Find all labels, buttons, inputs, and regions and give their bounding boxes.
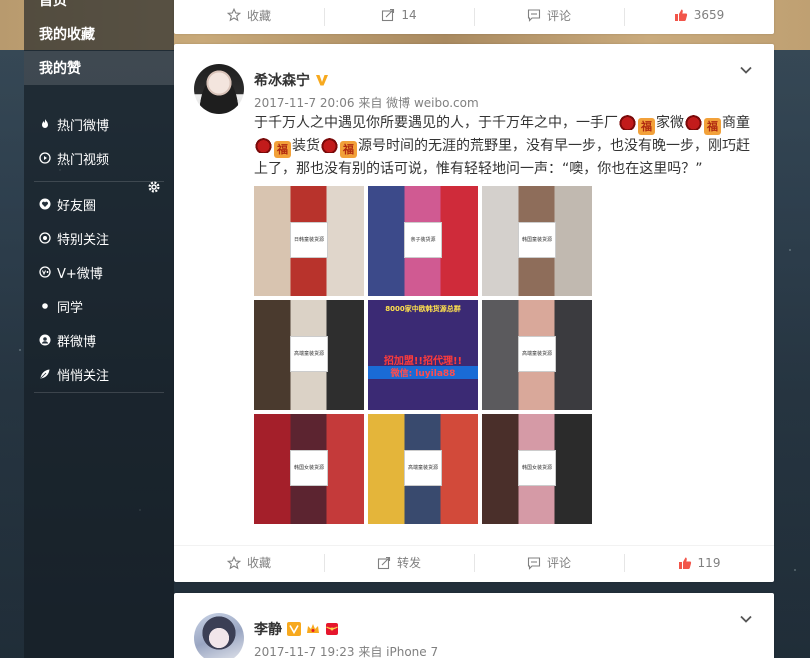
image-caption: 高端童装货源 <box>290 336 328 372</box>
post-image[interactable]: 8000家中欧韩货源总群 招加盟!!招代理!! 微信: luyila88 <box>368 300 478 410</box>
post-text: 于千万人之中遇见你所要遇见的人，于千万年之中，一手厂福家微福商童 福装货福源号时… <box>254 113 750 177</box>
avatar[interactable] <box>194 613 244 658</box>
leaf-icon <box>39 368 51 380</box>
image-caption: 韩国童装货源 <box>518 222 556 258</box>
sidebar-item-classmates[interactable]: 同学 <box>24 289 174 323</box>
fu-emoji-icon: 福 <box>638 118 655 135</box>
post-card: 希冰森宁 2017-11-7 20:06 来自 微博 weibo.com 于千万… <box>174 44 774 582</box>
repost-button[interactable]: 14 <box>324 0 474 30</box>
post-source: 来自 iPhone 7 <box>358 645 439 658</box>
favorite-button[interactable]: 收藏 <box>174 0 324 30</box>
crown-badge-icon <box>306 624 319 633</box>
sidebar-item-home[interactable]: 首页 <box>24 0 174 17</box>
post-image[interactable]: 高端童装货源 <box>368 414 478 524</box>
post-image[interactable]: 韩国童装货源 <box>482 186 592 296</box>
post-time[interactable]: 2017-11-7 19:23 <box>254 645 355 658</box>
image-caption: 亲子装货源 <box>404 222 442 258</box>
repost-icon <box>377 556 391 569</box>
repost-icon <box>382 8 395 22</box>
eye-icon <box>39 232 51 244</box>
sidebar-item-hot-weibo[interactable]: 热门微博 <box>24 107 174 141</box>
user-circle-icon <box>39 334 51 346</box>
ad-wechat-text: 微信: luyila88 <box>368 366 478 379</box>
comment-icon <box>527 556 541 570</box>
post-card: 李静 2017-11-7 19:23 来自 iPhone 7 <box>174 593 774 658</box>
fu-emoji-icon: 福 <box>340 141 357 158</box>
red-packet-badge-icon <box>325 623 338 635</box>
ad-recruit-text: 招加盟!!招代理!! <box>383 356 463 367</box>
image-caption: 韩国女装货源 <box>290 450 328 486</box>
post-time[interactable]: 2017-11-7 20:06 <box>254 96 355 110</box>
image-caption: 韩国女装货源 <box>518 450 556 486</box>
like-button[interactable]: 3659 <box>624 0 774 30</box>
image-caption: 高端童装货源 <box>518 336 556 372</box>
left-sidebar: 首页 我的收藏 我的赞 热门微博 热门视频 好友圈 特别关注 V+微博 同学 群… <box>24 0 174 658</box>
sidebar-item-hot-video[interactable]: 热门视频 <box>24 141 174 175</box>
post-image[interactable]: 高端童装货源 <box>254 300 364 410</box>
post-author-name[interactable]: 希冰森宁 <box>254 70 329 90</box>
sidebar-item-group-weibo[interactable]: 群微博 <box>24 323 174 357</box>
video-icon <box>39 152 51 164</box>
thumbs-up-icon <box>674 9 687 21</box>
thumbs-up-icon <box>678 557 691 569</box>
lips-emoji-icon <box>685 113 702 130</box>
sidebar-item-my-likes[interactable]: 我的赞 <box>24 51 174 85</box>
post-image[interactable]: 日韩童装货源 <box>254 186 364 296</box>
dot-icon <box>39 300 51 312</box>
post-meta: 2017-11-7 19:23 来自 iPhone 7 <box>254 643 438 658</box>
sidebar-item-favorites[interactable]: 我的收藏 <box>24 17 174 51</box>
sidebar-item-label: 好友圈 <box>57 198 97 214</box>
fu-emoji-icon: 福 <box>274 141 291 158</box>
verified-badge-icon <box>286 622 301 636</box>
comment-button[interactable]: 评论 <box>474 0 624 30</box>
image-caption: 高端童装货源 <box>404 450 442 486</box>
sidebar-item-label: 我的收藏 <box>39 27 95 43</box>
vplus-icon <box>39 266 51 278</box>
sidebar-item-label: 热门视频 <box>57 152 110 168</box>
ad-title: 8000家中欧韩货源总群 <box>385 305 461 313</box>
avatar[interactable] <box>194 64 244 114</box>
lips-emoji-icon <box>619 113 636 130</box>
post-image[interactable]: 高端童装货源 <box>482 300 592 410</box>
like-button[interactable]: 119 <box>624 546 774 579</box>
sidebar-divider <box>34 392 164 393</box>
sidebar-item-label: 群微博 <box>57 334 97 350</box>
chevron-down-icon[interactable] <box>738 611 754 627</box>
image-grid: 日韩童装货源 亲子装货源 韩国童装货源 高端童装货源 8000家中欧韩货源总群 … <box>254 186 594 524</box>
star-icon <box>226 8 241 22</box>
fu-emoji-icon: 福 <box>704 118 721 135</box>
sidebar-item-vplus[interactable]: V+微博 <box>24 255 174 289</box>
sidebar-item-special-follow[interactable]: 特别关注 <box>24 221 174 255</box>
previous-post-card: 收藏 14 评论 3659 <box>174 0 774 34</box>
favorite-button[interactable]: 收藏 <box>174 546 324 579</box>
comment-icon <box>527 9 541 22</box>
chevron-down-icon[interactable] <box>738 62 754 78</box>
gear-icon[interactable] <box>147 180 161 194</box>
sidebar-item-label: 同学 <box>57 300 84 316</box>
flame-icon <box>39 118 51 130</box>
post-meta: 2017-11-7 20:06 来自 微博 weibo.com <box>254 94 479 111</box>
image-caption: 日韩童装货源 <box>290 222 328 258</box>
sidebar-item-label: V+微博 <box>57 266 103 282</box>
comment-button[interactable]: 评论 <box>474 546 624 579</box>
star-icon <box>226 555 241 569</box>
post-image[interactable]: 韩国女装货源 <box>482 414 592 524</box>
verified-badge-icon <box>315 75 328 86</box>
heart-circle-icon <box>39 198 51 210</box>
repost-button[interactable]: 转发 <box>324 546 474 579</box>
post-image[interactable]: 韩国女装货源 <box>254 414 364 524</box>
post-source: 来自 微博 weibo.com <box>358 96 479 110</box>
sidebar-item-label: 热门微博 <box>57 118 110 134</box>
post-image[interactable]: 亲子装货源 <box>368 186 478 296</box>
sidebar-item-label: 我的赞 <box>39 61 81 77</box>
post-author-name[interactable]: 李静 <box>254 619 339 639</box>
sidebar-item-label: 特别关注 <box>57 232 110 248</box>
sidebar-item-quiet-follow[interactable]: 悄悄关注 <box>24 357 174 391</box>
sidebar-item-label: 首页 <box>39 0 67 9</box>
sidebar-item-label: 悄悄关注 <box>57 368 110 384</box>
action-bar: 收藏 转发 评论 119 <box>174 545 774 579</box>
action-bar: 收藏 14 评论 3659 <box>174 0 774 30</box>
lips-emoji-icon <box>255 136 272 153</box>
lips-emoji-icon <box>321 136 338 153</box>
